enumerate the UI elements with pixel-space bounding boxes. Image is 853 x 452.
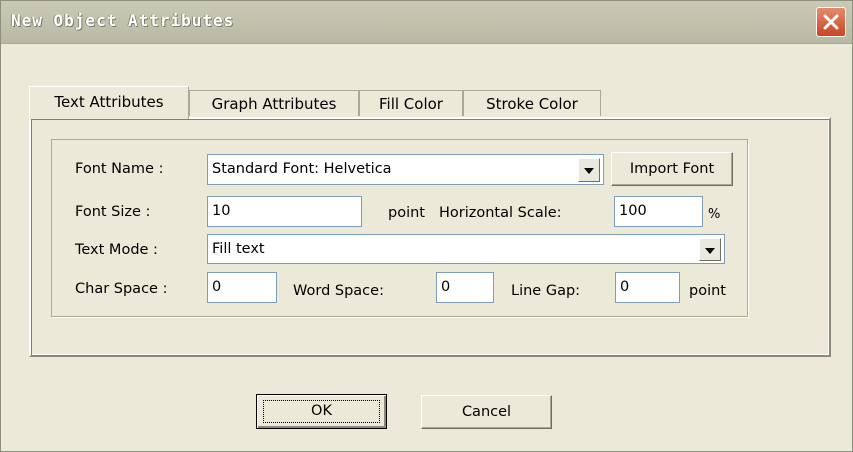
import-font-button[interactable]: Import Font <box>611 152 733 186</box>
font-name-dropdown-button[interactable] <box>578 158 600 182</box>
close-icon <box>823 14 839 30</box>
focus-ring <box>263 400 380 423</box>
tab-label: Fill Color <box>379 95 443 113</box>
horizontal-scale-label: Horizontal Scale: <box>439 205 562 221</box>
tab-fill-color[interactable]: Fill Color <box>359 90 463 116</box>
window-title: New Object Attributes <box>11 11 235 30</box>
word-space-label: Word Space: <box>293 283 384 299</box>
tab-label: Graph Attributes <box>211 95 337 113</box>
title-bar[interactable]: New Object Attributes <box>1 1 852 44</box>
tab-stroke-color[interactable]: Stroke Color <box>463 90 601 116</box>
close-button[interactable] <box>816 7 846 37</box>
tab-label: Stroke Color <box>486 95 578 113</box>
text-mode-label: Text Mode : <box>75 242 158 258</box>
line-gap-label: Line Gap: <box>511 283 581 299</box>
font-name-label: Font Name : <box>75 161 164 177</box>
dropdown-arrow-icon <box>584 168 594 174</box>
tab-text-attributes[interactable]: Text Attributes <box>29 86 189 119</box>
font-name-value: Standard Font: Helvetica <box>212 161 392 177</box>
font-size-label: Font Size : <box>75 204 151 220</box>
line-gap-unit: point <box>689 283 726 299</box>
horizontal-scale-input[interactable]: 100 <box>614 196 703 227</box>
char-space-label: Char Space : <box>75 281 168 297</box>
cancel-button[interactable]: Cancel <box>421 395 552 429</box>
text-mode-combobox[interactable]: Fill text <box>207 234 725 264</box>
font-name-combobox[interactable]: Standard Font: Helvetica <box>207 154 604 185</box>
line-gap-input[interactable]: 0 <box>615 272 680 303</box>
char-space-input[interactable]: 0 <box>207 272 277 303</box>
tab-label: Text Attributes <box>54 93 164 111</box>
horizontal-scale-unit: % <box>708 207 721 222</box>
dialog-window: New Object Attributes Text Attributes Gr… <box>0 0 853 452</box>
word-space-input[interactable]: 0 <box>436 272 494 303</box>
text-mode-value: Fill text <box>212 241 265 257</box>
ok-button[interactable]: OK <box>256 394 387 429</box>
font-size-unit: point <box>388 205 425 221</box>
font-size-input[interactable]: 10 <box>207 196 362 227</box>
tab-graph-attributes[interactable]: Graph Attributes <box>189 90 359 116</box>
text-mode-dropdown-button[interactable] <box>699 238 721 261</box>
dropdown-arrow-icon <box>705 248 715 254</box>
